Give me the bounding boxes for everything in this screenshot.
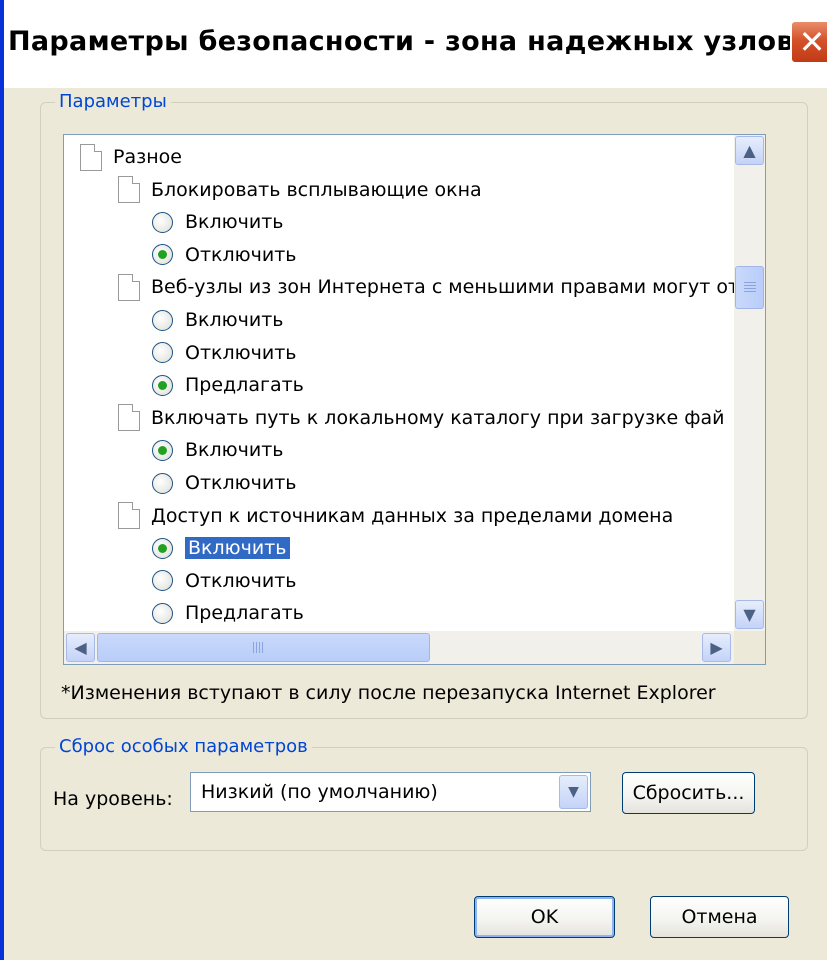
option-label: Отключить [185, 341, 297, 364]
scroll-left-button[interactable]: ◀ [66, 633, 95, 662]
window-title: Параметры безопасности - зона надежных у… [8, 26, 794, 57]
close-icon: ✕ [798, 23, 826, 61]
document-icon [118, 273, 140, 301]
chevron-down-icon: ▼ [743, 605, 756, 624]
settings-group-legend: Параметры [55, 91, 171, 112]
option-row[interactable]: Отключить [152, 337, 296, 369]
setting-row: Блокировать всплывающие окна [118, 174, 482, 206]
level-select-value: Низкий (по умолчанию) [201, 781, 438, 803]
vertical-scrollbar[interactable]: ▲ ▼ [734, 135, 765, 631]
document-icon [118, 176, 140, 204]
radio-button[interactable] [152, 244, 173, 266]
option-row[interactable]: Отключить [152, 565, 296, 597]
cancel-button-label: Отмена [681, 906, 758, 928]
option-row[interactable]: Предлагать [152, 369, 304, 401]
dropdown-button[interactable]: ▼ [559, 775, 588, 809]
radio-button[interactable] [152, 602, 173, 624]
level-label: На уровень: [53, 788, 173, 810]
settings-tree-list[interactable]: Разное Блокировать всплывающие окна Включи… [64, 135, 734, 631]
document-icon [80, 143, 102, 171]
horizontal-scrollbar[interactable]: ◀ ▶ [64, 631, 734, 664]
setting-row: Доступ к источникам данных за пределами … [118, 500, 673, 532]
cancel-button[interactable]: Отмена [650, 896, 789, 938]
radio-button[interactable] [152, 342, 173, 364]
radio-button[interactable] [152, 537, 173, 559]
option-label: Включить [185, 439, 284, 462]
title-bar[interactable]: Параметры безопасности - зона надежных у… [4, 0, 827, 88]
setting-label: Веб-узлы из зон Интернета с меньшими пра… [151, 276, 734, 299]
option-row[interactable]: Включить [152, 434, 284, 466]
option-label: Отключить [185, 472, 297, 494]
document-icon [118, 404, 140, 432]
settings-tree[interactable]: Разное Блокировать всплывающие окна Включи… [63, 134, 766, 665]
option-row[interactable]: Включить [152, 532, 290, 564]
level-select[interactable]: Низкий (по умолчанию) ▼ [190, 772, 591, 812]
ok-button[interactable]: OK [474, 896, 615, 938]
option-label: Включить [185, 309, 284, 331]
vertical-scroll-thumb[interactable] [735, 266, 764, 309]
radio-button[interactable] [152, 472, 173, 494]
setting-label: Блокировать всплывающие окна [151, 178, 482, 201]
setting-row: Включать путь к локальному каталогу при … [118, 402, 725, 434]
option-row[interactable]: Предлагать [152, 597, 304, 629]
chevron-up-icon: ▲ [743, 141, 756, 160]
restart-note: *Изменения вступают в силу после перезап… [61, 682, 716, 704]
option-label: Включить [185, 211, 284, 234]
category-row: Разное [80, 141, 182, 173]
chevron-right-icon: ▶ [710, 638, 723, 657]
chevron-down-icon: ▼ [568, 784, 579, 800]
scroll-down-button[interactable]: ▼ [735, 600, 764, 629]
scroll-corner [734, 631, 765, 664]
option-label: Предлагать [185, 374, 304, 397]
scroll-up-button[interactable]: ▲ [735, 136, 764, 165]
setting-label: Включать путь к локальному каталогу при … [151, 406, 725, 429]
radio-button[interactable] [152, 570, 173, 592]
option-label: Предлагать [185, 602, 304, 625]
ok-button-label: OK [530, 906, 559, 928]
radio-button[interactable] [152, 374, 173, 396]
option-row[interactable]: Включить [152, 304, 284, 336]
setting-row: Веб-узлы из зон Интернета с меньшими пра… [118, 271, 734, 303]
chevron-left-icon: ◀ [74, 638, 87, 657]
reset-button[interactable]: Сбросить... [622, 772, 755, 814]
option-label: Отключить [185, 243, 297, 266]
option-row[interactable]: Включить [152, 206, 284, 238]
reset-button-label: Сбросить... [632, 782, 745, 804]
radio-button[interactable] [152, 439, 173, 461]
close-button[interactable]: ✕ [790, 20, 827, 64]
reset-group-legend: Сброс особых параметров [55, 736, 312, 757]
category-label: Разное [113, 146, 182, 168]
scroll-right-button[interactable]: ▶ [702, 633, 731, 662]
setting-label: Доступ к источникам данных за пределами … [151, 504, 674, 527]
option-row[interactable]: Отключить [152, 467, 296, 499]
horizontal-scroll-thumb[interactable] [97, 633, 430, 662]
document-icon [118, 502, 140, 530]
radio-button[interactable] [152, 211, 173, 233]
option-row[interactable]: Отключить [152, 239, 296, 271]
option-label: Включить [185, 537, 290, 560]
radio-button[interactable] [152, 309, 173, 331]
option-label: Отключить [185, 569, 297, 592]
